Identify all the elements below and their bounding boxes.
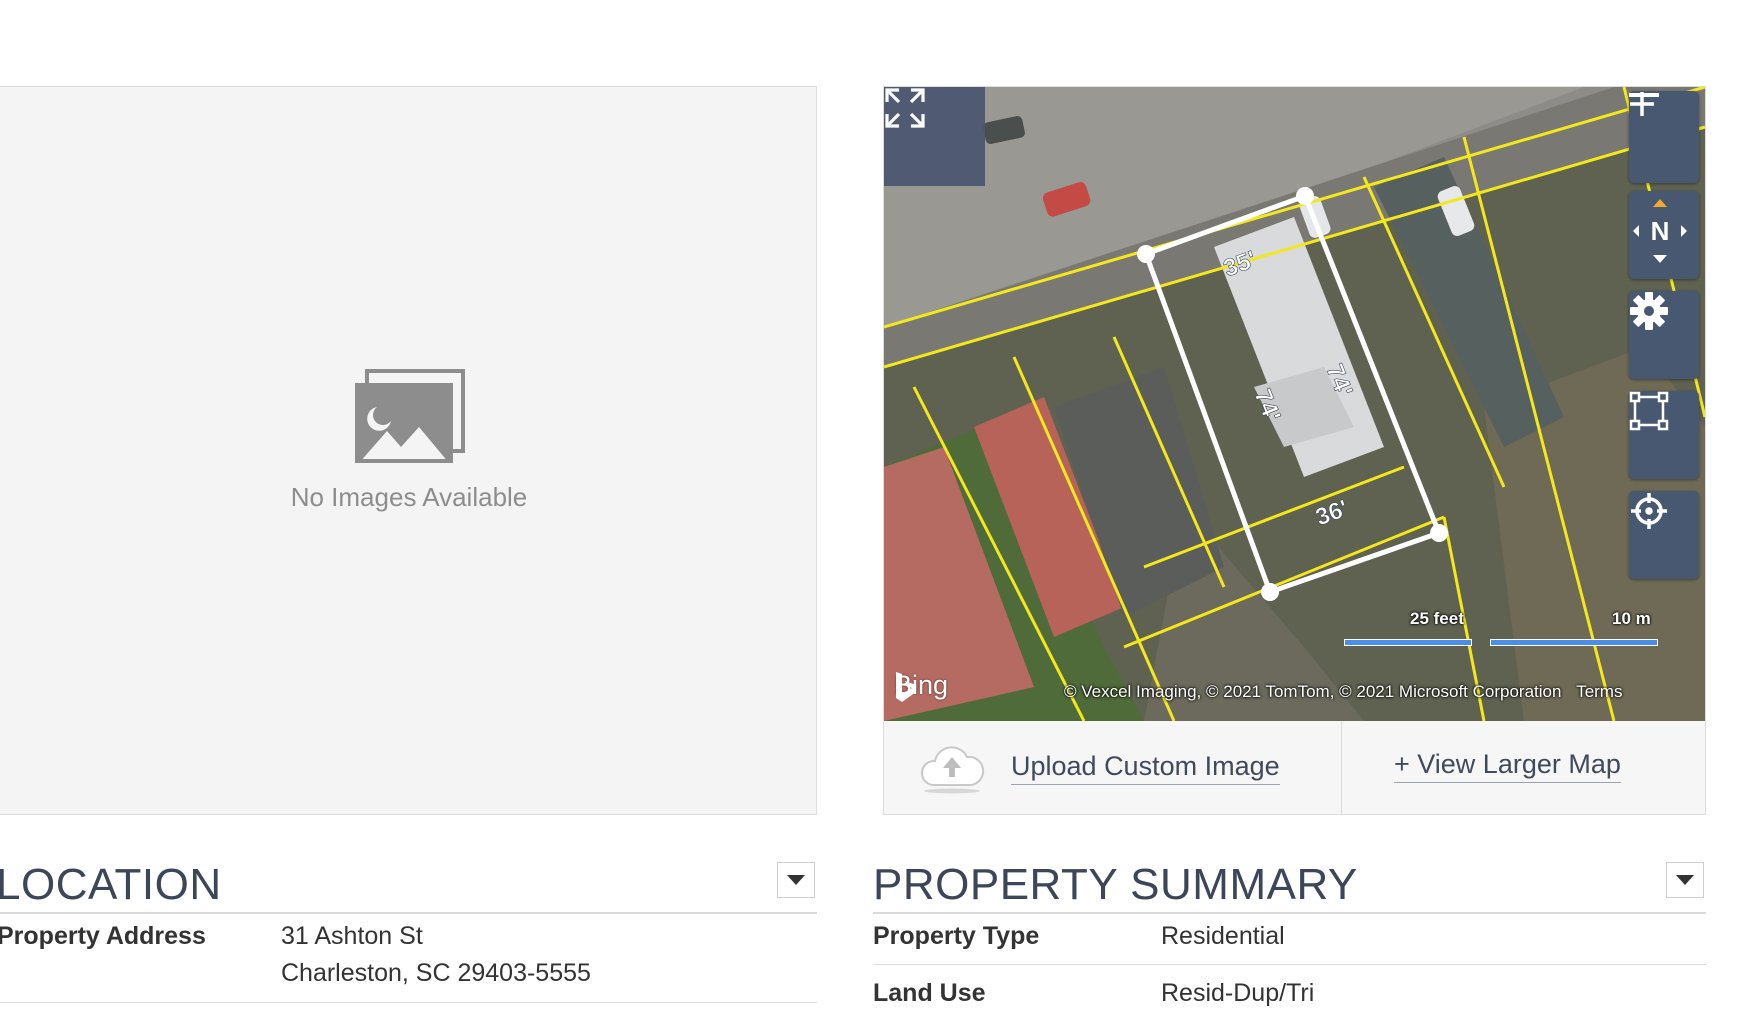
aerial-imagery: 35' 74' 74' 36' [884,87,1705,721]
cloud-upload-icon [921,746,985,794]
locate-button[interactable] [1629,491,1699,579]
gear-icon [1630,292,1668,330]
map-footer: Upload Custom Image + View Larger Map [884,721,1705,814]
property-summary-collapse-button[interactable] [1666,862,1704,898]
image-placeholder-icon [355,369,465,463]
property-type-value: Residential [1161,922,1285,950]
location-title: LOCATION [0,860,222,909]
address-line-2: Charleston, SC 29403-5555 [281,959,591,987]
map-attribution: © Vexcel Imaging, © 2021 TomTom, © 2021 … [1064,682,1622,702]
no-images-text: No Images Available [290,482,528,512]
land-use-value: Resid-Dup/Tri [1161,979,1315,1007]
view-larger-map-link[interactable]: + View Larger Map [1394,749,1621,783]
scale-bar-feet [1344,639,1472,646]
location-section-header: LOCATION [0,860,817,914]
select-area-button[interactable] [1629,391,1699,479]
crosshair-icon [1631,493,1667,529]
property-summary-section-header: PROPERTY SUMMARY [873,860,1706,914]
location-collapse-button[interactable] [777,862,815,898]
property-summary-title: PROPERTY SUMMARY [873,860,1358,909]
settings-button[interactable] [1629,291,1699,379]
terms-link[interactable]: Terms [1576,682,1622,701]
summary-row-divider [873,964,1706,965]
attribution-text: © Vexcel Imaging, © 2021 TomTom, © 2021 … [1064,682,1562,701]
chevron-down-icon [787,875,805,885]
compass-button[interactable]: N [1629,191,1699,279]
upload-custom-image-label: Upload Custom Image [1011,751,1280,785]
scale-feet-label: 25 feet [1410,609,1464,628]
aerial-map[interactable]: 35' 74' 74' 36' N 25 feet 10 m Bing © Ve… [884,87,1705,721]
compass-label: N [1651,216,1670,246]
map-card: 35' 74' 74' 36' N 25 feet 10 m Bing © Ve… [883,86,1706,815]
bing-icon [896,672,916,702]
footer-divider [1341,721,1342,814]
address-line-1: 31 Ashton St [281,922,423,950]
land-use-label: Land Use [873,979,986,1007]
property-address-value: 31 Ashton St Charleston, SC 29403-5555 [281,918,591,992]
zoom-control [1629,91,1699,183]
select-area-icon [1629,391,1669,431]
upload-custom-image-button[interactable]: Upload Custom Image [919,736,1280,800]
bing-logo: Bing [894,670,948,702]
expand-icon [885,88,925,128]
property-type-label: Property Type [873,922,1040,950]
minus-icon [1629,93,1659,97]
photo-panel: No Images Available [0,86,817,815]
chevron-down-icon [1676,875,1694,885]
fullscreen-button[interactable] [884,87,985,186]
property-address-label: Property Address [0,922,206,950]
no-images-placeholder: No Images Available [279,367,539,513]
scale-bar-meters [1490,639,1658,646]
location-row-divider [0,1002,817,1003]
scale-meters-label: 10 m [1612,609,1651,628]
compass-icon: N [1633,199,1687,263]
